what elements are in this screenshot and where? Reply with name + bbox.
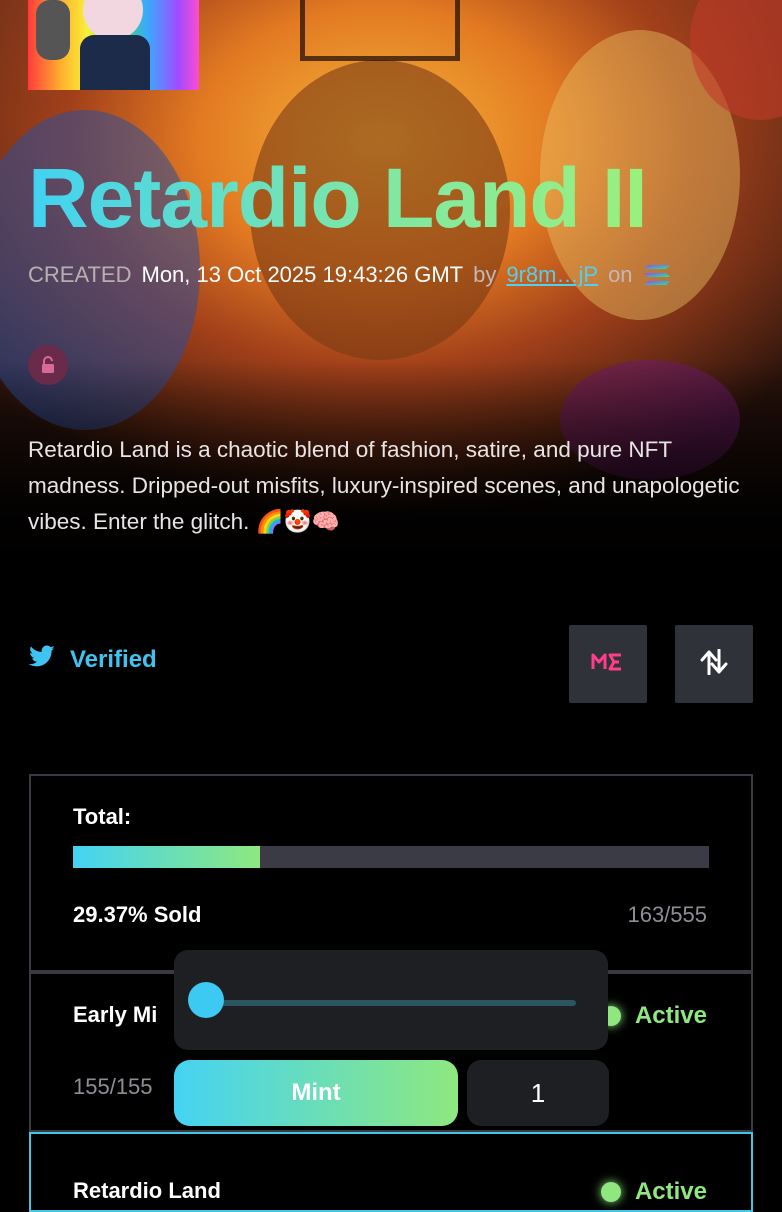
phase-status-label: Active <box>634 1002 707 1029</box>
phase-name: Retardio Land <box>73 1178 221 1203</box>
twitter-icon <box>28 645 56 674</box>
mint-button[interactable]: Mint <box>174 1060 458 1126</box>
creation-meta: CREATED Mon, 13 Oct 2025 19:43:26 GMT by… <box>28 262 671 288</box>
total-card: Total: 29.37% Sold 163/555 <box>29 774 753 972</box>
created-label: CREATED <box>28 262 132 287</box>
unlock-icon[interactable] <box>28 345 68 385</box>
quantity-slider-track[interactable] <box>204 1000 576 1006</box>
quantity-input[interactable]: 1 <box>467 1060 609 1126</box>
mint-slider-panel <box>174 950 608 1050</box>
phase-status-label: Active <box>634 1178 707 1205</box>
phase-status: Active <box>600 1178 707 1206</box>
collection-title: Retardio Land II <box>28 148 648 248</box>
solana-icon <box>643 263 671 287</box>
on-label: on <box>608 262 633 287</box>
total-label: Total: <box>73 804 132 829</box>
sold-percentage: 29.37% Sold <box>73 902 202 927</box>
magic-eden-icon <box>591 652 625 677</box>
by-label: by <box>473 262 497 287</box>
verified-label: Verified <box>70 645 157 673</box>
total-progress-fill <box>73 846 260 868</box>
phase-card-retardio-land[interactable]: Retardio Land Active <box>29 1132 753 1212</box>
hero-crown <box>300 0 460 61</box>
tensor-button[interactable] <box>675 625 753 703</box>
twitter-verified[interactable]: Verified <box>28 645 157 674</box>
collection-avatar <box>28 0 199 90</box>
tensor-icon <box>700 648 728 680</box>
total-count: 163/555 <box>627 902 707 927</box>
active-dot-icon <box>600 1182 621 1202</box>
quantity-slider-thumb[interactable] <box>188 982 224 1018</box>
phase-count: 155/155 <box>73 1074 153 1099</box>
phase-status: Active <box>600 1002 707 1030</box>
magic-eden-button[interactable] <box>569 625 647 703</box>
total-progress-bar <box>73 846 709 868</box>
created-date: Mon, 13 Oct 2025 19:43:26 GMT <box>141 262 464 287</box>
phase-name: Early Mi <box>73 1002 158 1027</box>
collection-description: Retardio Land is a chaotic blend of fash… <box>28 437 740 534</box>
creator-address-link[interactable]: 9r8m…jP <box>506 262 598 288</box>
